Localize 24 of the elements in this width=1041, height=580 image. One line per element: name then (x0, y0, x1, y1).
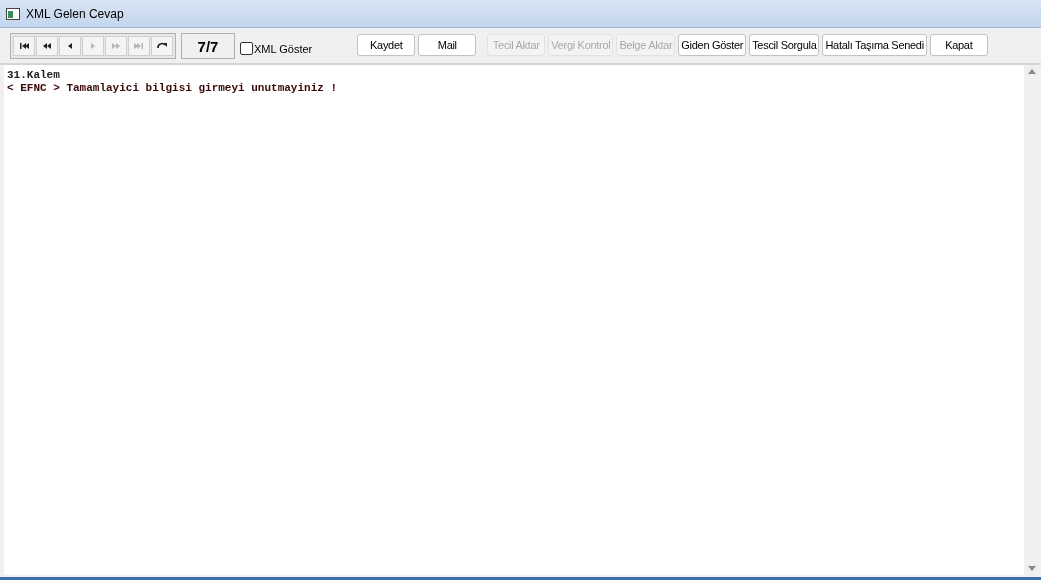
response-line: < EFNC > Tamamlayici bilgisi girmeyi unutmayiniz ! (7, 82, 339, 95)
navigator-button[interactable] (36, 36, 58, 56)
toolbar-button[interactable]: Giden Göster (678, 34, 747, 56)
toolbar-button[interactable]: Kapat (929, 34, 988, 56)
scroll-up-icon[interactable] (1028, 69, 1036, 74)
toolbar-button[interactable]: Hatalı Taşıma Senedi (822, 34, 927, 56)
first-icon (18, 40, 30, 52)
scrollbar[interactable] (1024, 65, 1040, 575)
checkbox-label: XML Göster (254, 42, 313, 55)
navigator-button[interactable] (13, 36, 35, 56)
toolbar-button[interactable]: Kaydet (357, 34, 416, 56)
record-counter: 7/7 (197, 37, 219, 55)
scroll-down-icon[interactable] (1028, 566, 1036, 571)
navigator-button[interactable] (59, 36, 81, 56)
last-icon (133, 40, 145, 52)
toolbar-button[interactable]: Tescil Sorgula (749, 34, 820, 56)
navigator-button[interactable] (151, 36, 173, 56)
double-left-icon (41, 40, 53, 52)
double-right-icon (110, 40, 122, 52)
window-icon (6, 7, 20, 20)
window-title: XML Gelen Cevap (26, 6, 124, 21)
xml-checkbox[interactable] (240, 42, 253, 55)
toolbar-button[interactable]: Mail (418, 34, 477, 56)
response-line: 31.Kalem (7, 69, 61, 82)
